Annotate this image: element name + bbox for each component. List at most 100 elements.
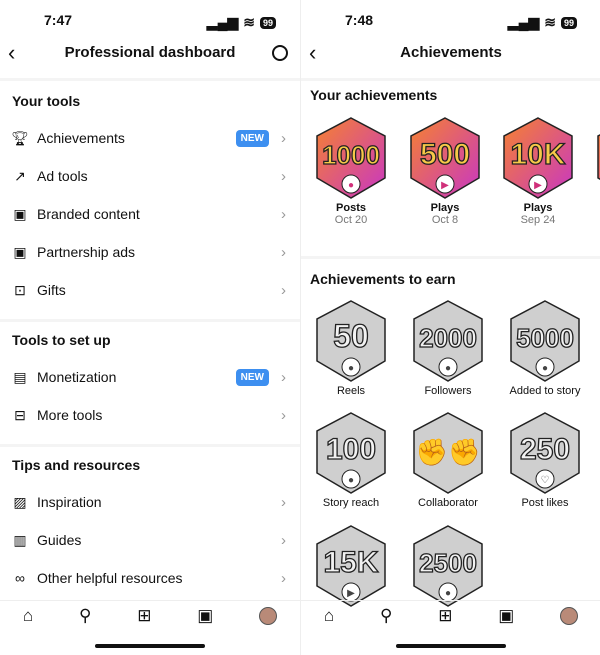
- achievement-to-earn[interactable]: 2500 ●: [400, 524, 496, 610]
- home-icon[interactable]: ⌂: [23, 606, 33, 626]
- earned-achievement[interactable]: 5: [584, 116, 600, 202]
- achievement-date: Sep 24: [520, 214, 556, 226]
- partnership-icon: ▣: [13, 243, 27, 260]
- person-icon: ●: [445, 363, 451, 374]
- badge-value: 100: [326, 433, 376, 466]
- page-title: Professional dashboard: [64, 44, 236, 61]
- menu-item-label: Gifts: [37, 282, 66, 298]
- badge-value: 5000: [516, 323, 574, 353]
- achievement-label: Plays: [430, 202, 460, 214]
- divider: [0, 444, 300, 447]
- home-icon[interactable]: ⌂: [324, 606, 334, 626]
- chevron-right-icon: ›: [281, 205, 286, 223]
- reels-icon: ●: [348, 363, 354, 374]
- menu-item[interactable]: ∞ Other helpful resources ›: [0, 561, 300, 595]
- chevron-right-icon: ›: [281, 531, 286, 549]
- new-badge: NEW: [235, 368, 269, 386]
- trend-icon: ↗: [14, 167, 26, 184]
- badge-value: 250: [520, 433, 570, 466]
- clock: 7:48: [345, 12, 374, 28]
- settings-icon[interactable]: [272, 45, 288, 61]
- trophy-icon: 🏆︎: [11, 129, 29, 146]
- earned-achievement[interactable]: 1000 ● Posts Oct 20: [303, 116, 399, 226]
- badge-value: 1000: [322, 140, 380, 170]
- signal-icon: ▂▄▆: [206, 14, 239, 30]
- achievement-date: Oct 8: [431, 214, 459, 226]
- play-icon: ▶: [347, 588, 355, 599]
- person-icon: ●: [445, 588, 451, 599]
- achievement-to-earn[interactable]: 15K ▶: [303, 524, 399, 610]
- story-icon: ●: [542, 363, 548, 374]
- achievement-badge-icon: 10K ▶: [503, 117, 573, 199]
- achievement-label: Collaborator: [418, 497, 478, 509]
- achievement-badge-icon: 5: [597, 134, 600, 181]
- badge-value: 2500: [419, 548, 477, 578]
- play-icon: ▶: [441, 180, 449, 191]
- achievement-label: Added to story: [509, 385, 581, 397]
- menu-item-label: More tools: [37, 407, 103, 423]
- menu-item[interactable]: ▨ Inspiration ›: [0, 485, 300, 519]
- heart-icon: ♡: [541, 475, 550, 486]
- divider: [301, 78, 600, 81]
- battery-icon: 99: [259, 16, 276, 29]
- image-icon: ▨: [13, 493, 27, 510]
- back-button[interactable]: ‹: [8, 40, 15, 66]
- menu-item[interactable]: ▥ Guides ›: [0, 523, 300, 557]
- wifi-icon: ≋: [544, 14, 556, 30]
- section-title: Tools to set up: [12, 332, 111, 348]
- profile-avatar[interactable]: [259, 606, 278, 625]
- divider: [0, 78, 300, 81]
- clock: 7:47: [44, 12, 73, 28]
- achievement-label: Posts: [336, 202, 366, 214]
- menu-item[interactable]: ↗ Ad tools ›: [0, 159, 300, 193]
- new-badge: NEW: [235, 129, 269, 147]
- signal-icon: ▂▄▆: [507, 14, 540, 30]
- menu-item[interactable]: ⊡ Gifts ›: [0, 273, 300, 307]
- chevron-right-icon: ›: [281, 493, 286, 511]
- battery-icon: 99: [560, 16, 577, 29]
- bottom-nav: ⌂ ⚲ ⊞ ▣: [301, 600, 600, 630]
- link-icon: ∞: [15, 570, 25, 586]
- section-title: Your tools: [12, 93, 81, 109]
- menu-item-label: Achievements: [37, 130, 125, 146]
- book-icon: ▥: [13, 531, 27, 548]
- chevron-right-icon: ›: [281, 167, 286, 185]
- create-icon[interactable]: ⊞: [438, 606, 452, 626]
- search-icon[interactable]: ⚲: [380, 606, 392, 626]
- search-icon[interactable]: ⚲: [79, 606, 91, 626]
- menu-item[interactable]: ▣ Branded content ›: [0, 197, 300, 231]
- menu-item[interactable]: 🏆︎ Achievements NEW ›: [0, 121, 300, 155]
- profile-avatar[interactable]: [560, 606, 579, 625]
- achievement-badge-icon: 2500 ●: [413, 525, 483, 607]
- achievement-badge-icon: 1000 ●: [316, 117, 386, 199]
- menu-item-label: Other helpful resources: [37, 570, 183, 586]
- menu-item-label: Partnership ads: [37, 244, 136, 260]
- badge-value: 50: [333, 318, 369, 354]
- back-button[interactable]: ‹: [309, 40, 316, 66]
- badge-value: 2000: [419, 323, 477, 353]
- menu-item[interactable]: ⊟ More tools ›: [0, 398, 300, 432]
- achievement-badge-icon: 250 ♡: [510, 412, 580, 494]
- create-icon[interactable]: ⊞: [137, 606, 151, 626]
- achievement-to-earn[interactable]: 2000 ● Followers: [400, 299, 496, 397]
- achievement-to-earn[interactable]: ✊✊ Collaborator: [400, 411, 496, 509]
- menu-item[interactable]: ▤ Monetization NEW ›: [0, 360, 300, 394]
- menu-item[interactable]: ▣ Partnership ads ›: [0, 235, 300, 269]
- achievement-label: Plays: [523, 202, 553, 214]
- earned-achievement[interactable]: 500 ▶ Plays Oct 8: [397, 116, 493, 226]
- achievement-badge-icon: 50 ●: [316, 300, 386, 382]
- achievement-badge-icon: 15K ▶: [316, 525, 386, 607]
- achievement-label: Post likes: [521, 497, 569, 509]
- earned-achievement[interactable]: 10K ▶ Plays Sep 24: [490, 116, 586, 226]
- reels-icon[interactable]: ▣: [498, 606, 514, 626]
- achievement-to-earn[interactable]: 5000 ● Added to story: [497, 299, 593, 397]
- achievement-to-earn[interactable]: 250 ♡ Post likes: [497, 411, 593, 509]
- achievement-to-earn[interactable]: 50 ● Reels: [303, 299, 399, 397]
- section-title: Tips and resources: [12, 457, 141, 473]
- achievement-to-earn[interactable]: 100 ● Story reach: [303, 411, 399, 509]
- fist-bump-icon: ✊✊: [416, 437, 481, 468]
- achievement-date: Oct 20: [334, 214, 368, 226]
- menu-item-label: Guides: [37, 532, 82, 548]
- reels-icon[interactable]: ▣: [197, 606, 213, 626]
- menu-item-label: Branded content: [37, 206, 140, 222]
